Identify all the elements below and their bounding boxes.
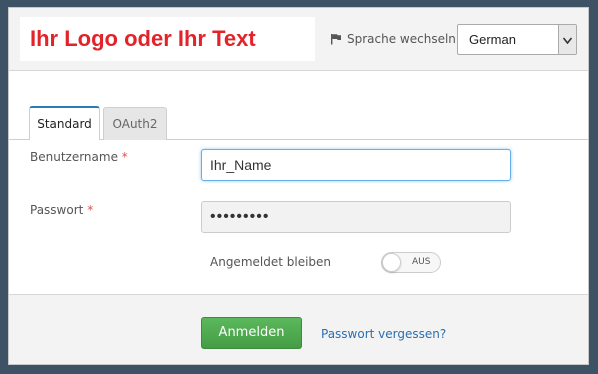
password-label-text: Passwort: [30, 203, 84, 217]
username-label: Benutzername *: [30, 150, 128, 164]
remember-label: Angemeldet bleiben: [210, 255, 332, 269]
toggle-knob[interactable]: [382, 253, 401, 272]
username-input[interactable]: Ihr_Name: [201, 149, 511, 181]
chevron-down-icon[interactable]: [558, 25, 576, 54]
username-label-text: Benutzername: [30, 150, 118, 164]
toggle-state-text: AUS: [412, 257, 431, 267]
password-input[interactable]: •••••••••: [201, 201, 511, 233]
remember-toggle[interactable]: AUS: [381, 252, 441, 273]
logo-text: Ihr Logo oder Ihr Text: [30, 26, 256, 51]
footer: Anmelden Passwort vergessen?: [9, 294, 588, 364]
required-marker: *: [87, 203, 94, 217]
required-marker: *: [121, 150, 128, 164]
forgot-password-link[interactable]: Passwort vergessen?: [321, 327, 446, 341]
login-panel: Ihr Logo oder Ihr Text Sprache wechseln:…: [8, 7, 589, 365]
logo-area: Ihr Logo oder Ihr Text: [20, 17, 315, 61]
language-select-value: German: [469, 32, 516, 47]
flag-icon: [330, 33, 342, 48]
tab-oauth2[interactable]: OAuth2: [103, 107, 167, 140]
language-switcher: Sprache wechseln:: [330, 32, 460, 48]
login-button[interactable]: Anmelden: [201, 317, 302, 349]
language-label: Sprache wechseln:: [347, 32, 460, 46]
header: Ihr Logo oder Ihr Text Sprache wechseln:…: [9, 8, 588, 71]
password-label: Passwort *: [30, 203, 93, 217]
tab-standard[interactable]: Standard: [29, 106, 100, 140]
language-select[interactable]: German: [457, 24, 577, 55]
